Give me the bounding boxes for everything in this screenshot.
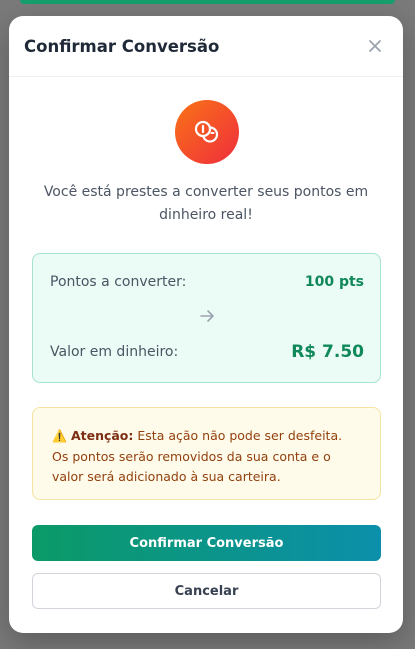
backdrop-header xyxy=(20,0,395,4)
modal-title: Confirmar Conversão xyxy=(24,36,220,56)
money-row: Valor em dinheiro: R$ 7.50 xyxy=(50,342,364,362)
money-label: Valor em dinheiro: xyxy=(50,344,179,360)
close-button[interactable] xyxy=(363,34,387,58)
points-value: 100 pts xyxy=(304,274,364,290)
modal-header: Confirmar Conversão xyxy=(9,16,403,77)
confirm-conversion-button[interactable]: Confirmar Conversão xyxy=(32,525,381,561)
warning-box: ⚠️ Atenção: Esta ação não pode ser desfe… xyxy=(32,407,381,500)
cancel-button[interactable]: Cancelar xyxy=(32,573,381,609)
warning-icon: ⚠️ xyxy=(52,429,67,443)
points-row: Pontos a converter: 100 pts xyxy=(50,274,364,290)
conversion-summary: Pontos a converter: 100 pts Valor em din… xyxy=(32,253,381,383)
money-value: R$ 7.50 xyxy=(291,342,364,362)
close-icon xyxy=(369,40,381,52)
arrow-right-icon xyxy=(200,310,214,322)
points-label: Pontos a converter: xyxy=(50,274,187,290)
conversion-message: Você está prestes a converter seus ponto… xyxy=(43,184,369,223)
confirm-conversion-modal: Confirmar Conversão Você está prestes a … xyxy=(9,16,403,633)
warning-title: Atenção: xyxy=(70,428,134,443)
coins-icon xyxy=(175,100,239,164)
